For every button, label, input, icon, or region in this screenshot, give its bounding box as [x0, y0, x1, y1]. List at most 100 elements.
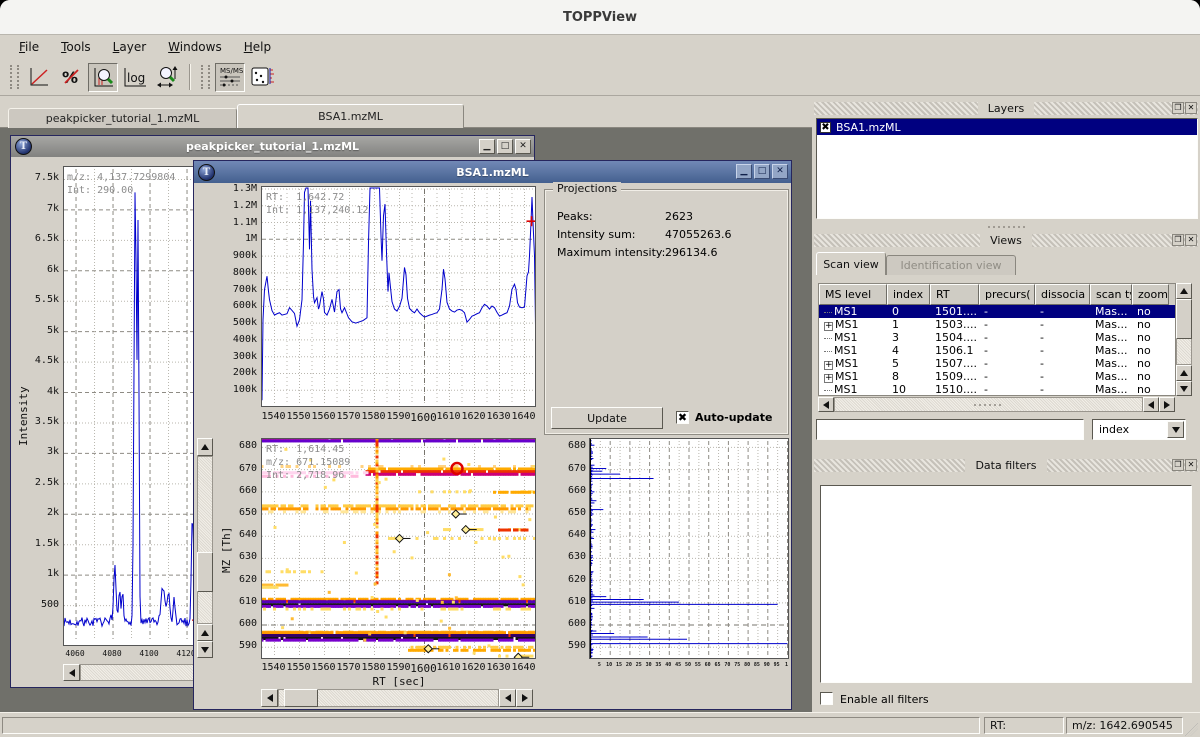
intensity-percentage-icon[interactable]: %	[56, 63, 86, 92]
tic-y-tick-label: 800k	[222, 267, 257, 278]
scan-table[interactable]: MS levelindexRTprecurs(dissociascan tyzo…	[818, 283, 1176, 396]
combobox-value: index	[1099, 423, 1129, 436]
tree-expander-icon[interactable]: +	[824, 322, 833, 331]
scan-search-input[interactable]	[816, 419, 1084, 440]
table-hscroll-left2-button[interactable]	[1143, 397, 1159, 412]
data-filters-list[interactable]	[820, 485, 1192, 683]
heatmap-hscroll-left2-button[interactable]	[499, 689, 516, 707]
close-icon[interactable]: ✕	[772, 164, 788, 179]
float-dock-icon[interactable]: ❐	[1172, 234, 1184, 246]
layer-item-label: BSA1.mzML	[836, 121, 901, 134]
menu-file[interactable]: File	[8, 37, 50, 57]
dock-splitter[interactable]	[816, 223, 1196, 230]
table-row[interactable]: MS101501....--Mas...no	[819, 305, 1175, 318]
tic-overlay-rt: RT: 1,642.72	[266, 192, 344, 203]
column-header-ms-level[interactable]: MS level	[819, 284, 887, 305]
heatmap-vscroll-down-button[interactable]	[197, 641, 213, 658]
intensity-log-icon[interactable]: log	[120, 63, 150, 92]
mz-projection-plot[interactable]	[589, 438, 789, 659]
views-dock-title: Views	[980, 234, 1032, 247]
resize-grip[interactable]	[1185, 723, 1198, 736]
zoom-mode-icon[interactable]	[88, 63, 118, 92]
column-header-scan-ty[interactable]: scan ty	[1090, 284, 1132, 305]
tic-y-tick-label: 900k	[222, 250, 257, 261]
table-vscroll-up-button[interactable]	[1176, 283, 1192, 299]
bsa1-titlebar[interactable]: T BSA1.mzML ▁ □ ✕	[194, 161, 791, 183]
close-dock-icon[interactable]: ✕	[1185, 102, 1197, 114]
column-header-index[interactable]: index	[887, 284, 930, 305]
minimize-icon[interactable]: ▁	[479, 139, 495, 154]
window-titlebar[interactable]: TOPPView	[0, 0, 1200, 35]
menu-layer[interactable]: Layer	[102, 37, 157, 57]
chevron-down-icon[interactable]	[1167, 421, 1184, 438]
table-row[interactable]: MS141506.1--Mas...no	[819, 344, 1175, 357]
peak-hscroll-left-button[interactable]	[63, 664, 80, 681]
scan-table-header[interactable]: MS levelindexRTprecurs(dissociascan tyzo…	[819, 284, 1175, 305]
tree-expander-icon[interactable]: +	[824, 361, 833, 370]
data-filters-dock-titlebar[interactable]: Data filters ❐ ✕	[814, 459, 1198, 472]
msms-view-icon[interactable]: MS/MS	[215, 63, 245, 92]
heatmap-hscroll-thumb[interactable]	[284, 689, 318, 707]
table-row[interactable]: +MS111503....--Mas...no	[819, 318, 1175, 331]
column-header-precurs-[interactable]: precurs(	[979, 284, 1035, 305]
tic-projection-plot[interactable]	[261, 186, 536, 407]
enable-all-filters-checkbox[interactable]	[820, 692, 833, 705]
table-vscroll-thumb[interactable]	[1176, 299, 1192, 339]
minimize-icon[interactable]: ▁	[736, 164, 752, 179]
dot-plot-icon[interactable]	[247, 63, 277, 92]
column-header-rt[interactable]: RT	[930, 284, 979, 305]
search-column-combobox[interactable]: index	[1092, 419, 1186, 440]
table-hscroll-right-button[interactable]	[1159, 397, 1175, 412]
float-dock-icon[interactable]: ❐	[1172, 102, 1184, 114]
zoom-1d-icon[interactable]	[152, 63, 182, 92]
menu-tools[interactable]: Tools	[50, 37, 102, 57]
layers-dock-title: Layers	[978, 102, 1034, 115]
heatmap-vscroll-track[interactable]	[197, 456, 213, 624]
close-dock-icon[interactable]: ✕	[1185, 459, 1197, 471]
close-icon[interactable]: ✕	[515, 139, 531, 154]
tab-identification-view[interactable]: Identification view	[886, 255, 1016, 275]
tab-scan-view[interactable]: Scan view	[816, 252, 886, 275]
tree-expander-icon[interactable]: +	[824, 374, 833, 383]
tic-y-tick-label: 500k	[222, 317, 257, 328]
heatmap-vscroll-thumb[interactable]	[197, 552, 213, 592]
table-hscroll-grip[interactable]	[952, 401, 1022, 408]
column-header-dissocia[interactable]: dissocia	[1035, 284, 1090, 305]
table-row[interactable]: +MS181509....--Mas...no	[819, 370, 1175, 383]
bsa1-window: T BSA1.mzML ▁ □ ✕ RT: 1,642.72 Int: 1,13…	[193, 160, 792, 710]
toolbar-drag-handle-2[interactable]	[201, 65, 210, 89]
close-dock-icon[interactable]: ✕	[1185, 234, 1197, 246]
tab-peakpicker[interactable]: peakpicker_tutorial_1.mzML	[8, 108, 237, 128]
float-dock-icon[interactable]: ❐	[1172, 459, 1184, 471]
heatmap-hscroll-left-button[interactable]	[261, 689, 278, 707]
layers-list[interactable]: ✖ BSA1.mzML	[816, 118, 1198, 219]
table-row[interactable]: +MS151507....--Mas...no	[819, 357, 1175, 370]
table-row[interactable]: MS131504....--Mas...no	[819, 331, 1175, 344]
views-dock-titlebar[interactable]: Views ❐ ✕	[814, 234, 1198, 247]
maximize-icon[interactable]: □	[497, 139, 513, 154]
maximize-icon[interactable]: □	[754, 164, 770, 179]
menu-help[interactable]: Help	[233, 37, 282, 57]
heatmap-vscroll-up2-button[interactable]	[197, 624, 213, 641]
layers-dock-titlebar[interactable]: Layers ❐ ✕	[814, 102, 1198, 115]
update-button[interactable]: Update	[551, 407, 663, 429]
peakpicker-window-title: peakpicker_tutorial_1.mzML	[11, 140, 534, 153]
menu-windows[interactable]: Windows	[157, 37, 233, 57]
peakpicker-titlebar[interactable]: T peakpicker_tutorial_1.mzML ▁ □ ✕	[11, 136, 534, 157]
table-hscroll-left-button[interactable]	[818, 397, 834, 412]
table-vscroll-down-button[interactable]	[1176, 381, 1192, 396]
heatmap-vscroll-up-button[interactable]	[197, 438, 213, 456]
toppview-application: TOPPView File Tools Layer Windows Help %…	[0, 0, 1200, 737]
auto-update-checkbox[interactable]: ✖	[676, 411, 689, 424]
layer-item-bsa1[interactable]: ✖ BSA1.mzML	[817, 119, 1197, 135]
table-vscroll-up2-button[interactable]	[1176, 365, 1192, 381]
heatmap-y-tick-label: 670	[233, 463, 257, 474]
heatmap-hscroll-right-button[interactable]	[516, 689, 533, 707]
tab-bsa1[interactable]: BSA1.mzML	[237, 104, 464, 128]
table-row[interactable]: MS1101510....--Mas...no	[819, 383, 1175, 396]
toolbar-drag-handle[interactable]	[10, 65, 19, 89]
column-header-zoom[interactable]: zoom	[1132, 284, 1169, 305]
layer-visibility-checkbox[interactable]: ✖	[820, 122, 831, 133]
intensity-linear-icon[interactable]	[24, 63, 54, 92]
intensity-sum-label: Intensity sum:	[557, 228, 636, 241]
